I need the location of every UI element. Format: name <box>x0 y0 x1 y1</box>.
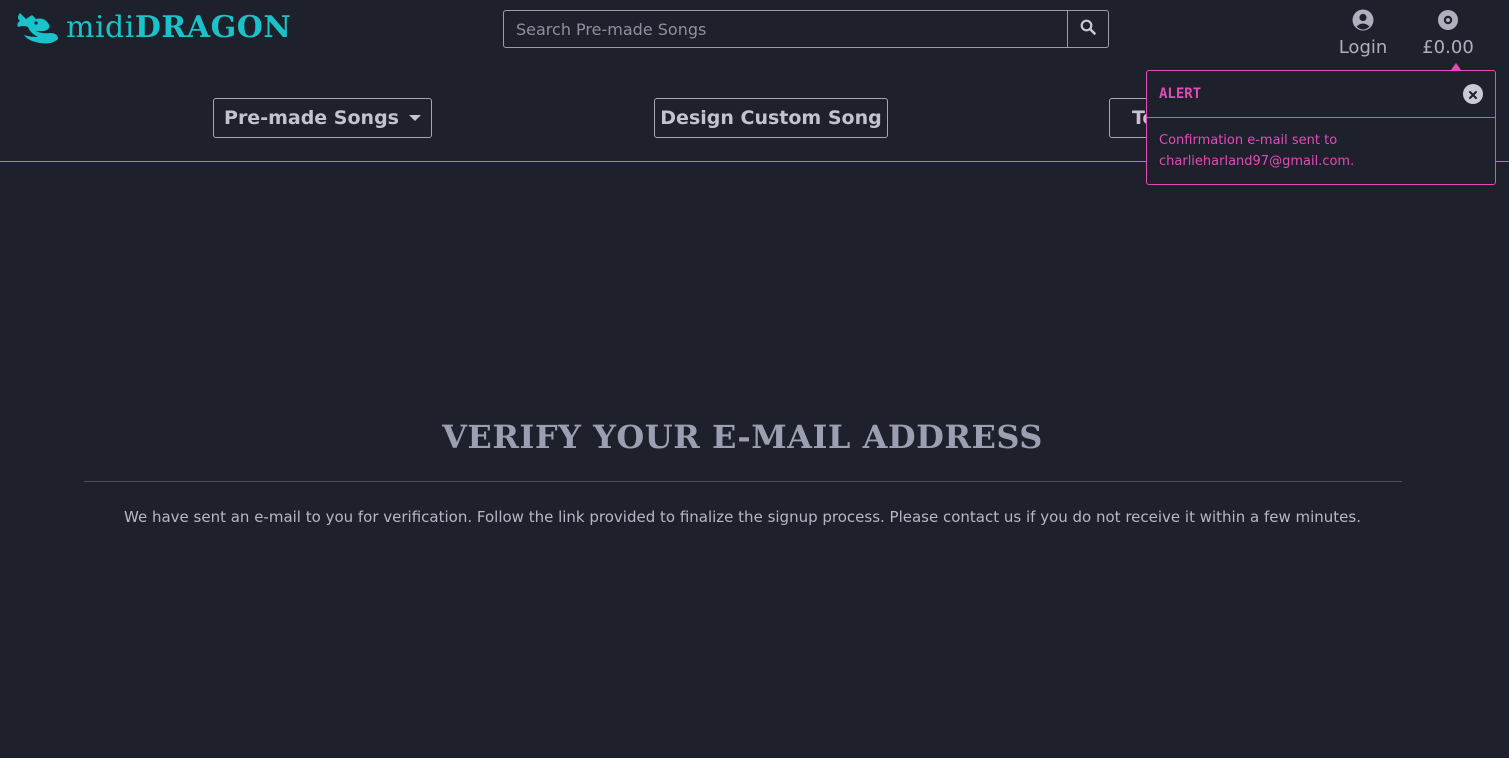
cart-link[interactable]: £0.00 <box>1418 9 1478 58</box>
login-link[interactable]: Login <box>1334 9 1392 58</box>
title-divider <box>84 481 1402 482</box>
alert-close-button[interactable] <box>1463 84 1483 104</box>
search-button[interactable] <box>1068 10 1109 48</box>
verification-message: We have sent an e-mail to you for verifi… <box>124 508 1361 526</box>
close-icon <box>1468 85 1478 104</box>
alert-message-email: charlieharland97@gmail.com. <box>1159 154 1355 169</box>
alert-message-line1: Confirmation e-mail sent to <box>1159 133 1338 148</box>
brand-name: midiDRAGON <box>66 10 292 45</box>
search-icon <box>1080 19 1096 39</box>
login-label: Login <box>1338 37 1388 58</box>
caret-down-icon <box>408 115 421 121</box>
disc-icon <box>1418 9 1478 31</box>
brand-logo[interactable]: midiDRAGON <box>14 10 291 46</box>
alert-header: ALERT <box>1147 71 1495 118</box>
premade-songs-dropdown[interactable]: Pre-made Songs <box>213 98 432 138</box>
user-circle-icon <box>1334 9 1392 31</box>
search-input[interactable] <box>503 10 1068 48</box>
design-custom-song-button[interactable]: Design Custom Song <box>654 98 888 138</box>
premade-songs-label: Pre-made Songs <box>224 107 399 129</box>
design-custom-song-label: Design Custom Song <box>660 107 882 129</box>
dragon-icon <box>14 11 60 45</box>
page: midiDRAGON Login <box>0 0 1509 758</box>
alert-body: Confirmation e-mail sent to charlieharla… <box>1147 118 1495 172</box>
cart-total: £0.00 <box>1422 37 1474 58</box>
search-bar <box>503 10 1109 48</box>
alert-pointer <box>1451 63 1461 70</box>
alert-title: ALERT <box>1159 86 1202 102</box>
alert-toast: ALERT Confirmation e-mail sent to charli… <box>1146 70 1496 185</box>
page-title: VERIFY YOUR E-MAIL ADDRESS <box>442 418 1043 456</box>
